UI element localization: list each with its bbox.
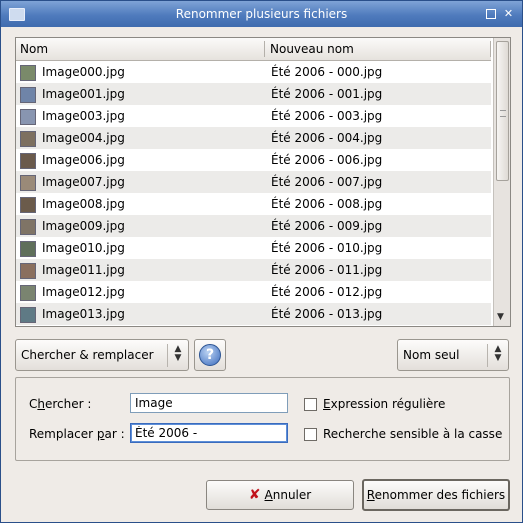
file-name: Image003.jpg	[42, 109, 125, 123]
case-sensitive-checkbox[interactable]	[304, 428, 317, 441]
file-name: Image010.jpg	[42, 241, 125, 255]
file-list[interactable]: Nom Nouveau nom Image000.jpg Été 2006 - 0…	[15, 37, 511, 327]
scope-combo-value: Nom seul	[403, 348, 460, 362]
new-file-name: Été 2006 - 011.jpg	[271, 263, 383, 277]
scrollbar-thumb[interactable]	[496, 41, 509, 181]
table-row[interactable]: Image012.jpg Été 2006 - 012.jpg	[16, 281, 491, 303]
table-row[interactable]: Image013.jpg Été 2006 - 013.jpg	[16, 303, 491, 325]
cancel-button[interactable]: ✘ Annuler	[206, 480, 354, 510]
search-replace-frame	[15, 377, 510, 461]
updown-arrows-icon: ▲ ▼	[167, 344, 188, 367]
file-name: Image000.jpg	[42, 65, 125, 79]
new-file-name: Été 2006 - 006.jpg	[271, 153, 383, 167]
image-thumbnail-icon	[20, 263, 36, 279]
updown-arrows-icon: ▲ ▼	[487, 344, 508, 367]
file-name: Image006.jpg	[42, 153, 125, 167]
mode-combo[interactable]: Chercher & remplacer ▲ ▼	[15, 339, 189, 371]
new-file-name: Été 2006 - 008.jpg	[271, 197, 383, 211]
new-file-name: Été 2006 - 013.jpg	[271, 307, 383, 321]
case-sensitive-label[interactable]: Recherche sensible à la casse	[323, 427, 502, 441]
title-bar[interactable]: Renommer plusieurs fichiers ✕	[1, 1, 522, 27]
list-header: Nom Nouveau nom	[16, 38, 491, 61]
file-name: Image011.jpg	[42, 263, 125, 277]
search-input[interactable]	[130, 393, 288, 413]
rename-files-button[interactable]: Renommer des fichiers	[362, 479, 510, 511]
new-file-name: Été 2006 - 003.jpg	[271, 109, 383, 123]
close-icon[interactable]: ✕	[503, 8, 514, 19]
new-file-name: Été 2006 - 012.jpg	[271, 285, 383, 299]
file-name: Image001.jpg	[42, 87, 125, 101]
scope-combo[interactable]: Nom seul ▲ ▼	[397, 339, 509, 371]
column-separator[interactable]	[264, 41, 265, 57]
scroll-down-icon[interactable]: ▼	[497, 312, 504, 322]
image-thumbnail-icon	[20, 65, 36, 81]
image-thumbnail-icon	[20, 109, 36, 125]
file-name: Image004.jpg	[42, 131, 125, 145]
file-name: Image013.jpg	[42, 307, 125, 321]
table-row[interactable]: Image000.jpg Été 2006 - 000.jpg	[16, 61, 491, 83]
file-name: Image008.jpg	[42, 197, 125, 211]
table-row[interactable]: Image009.jpg Été 2006 - 009.jpg	[16, 215, 491, 237]
replace-input[interactable]	[130, 423, 288, 443]
table-row[interactable]: Image001.jpg Été 2006 - 001.jpg	[16, 83, 491, 105]
new-file-name: Été 2006 - 010.jpg	[271, 241, 383, 255]
new-file-name: Été 2006 - 009.jpg	[271, 219, 383, 233]
table-row[interactable]: Image007.jpg Été 2006 - 007.jpg	[16, 171, 491, 193]
file-name: Image012.jpg	[42, 285, 125, 299]
vertical-scrollbar[interactable]: ▼	[493, 38, 510, 326]
mode-combo-value: Chercher & remplacer	[21, 348, 154, 362]
help-icon: ?	[199, 344, 221, 366]
regex-label[interactable]: Expression régulière	[323, 397, 445, 411]
file-name: Image007.jpg	[42, 175, 125, 189]
image-thumbnail-icon	[20, 285, 36, 301]
help-button[interactable]: ?	[194, 339, 226, 371]
grip-icon	[500, 110, 506, 117]
table-row[interactable]: Image003.jpg Été 2006 - 003.jpg	[16, 105, 491, 127]
maximize-icon[interactable]	[486, 9, 496, 19]
column-header-name[interactable]: Nom	[20, 42, 48, 56]
image-thumbnail-icon	[20, 219, 36, 235]
column-separator[interactable]	[490, 41, 491, 57]
image-thumbnail-icon	[20, 131, 36, 147]
image-thumbnail-icon	[20, 175, 36, 191]
table-row[interactable]: Image011.jpg Été 2006 - 011.jpg	[16, 259, 491, 281]
table-row[interactable]: Image006.jpg Été 2006 - 006.jpg	[16, 149, 491, 171]
image-thumbnail-icon	[20, 197, 36, 213]
image-thumbnail-icon	[20, 153, 36, 169]
new-file-name: Été 2006 - 001.jpg	[271, 87, 383, 101]
image-thumbnail-icon	[20, 87, 36, 103]
window-title: Renommer plusieurs fichiers	[175, 7, 348, 21]
rename-dialog: Renommer plusieurs fichiers ✕ Nom Nouvea…	[0, 0, 523, 523]
column-header-new-name[interactable]: Nouveau nom	[270, 42, 354, 56]
file-name: Image009.jpg	[42, 219, 125, 233]
new-file-name: Été 2006 - 000.jpg	[271, 65, 383, 79]
replace-label: Remplacer par :	[29, 427, 125, 441]
table-row[interactable]: Image010.jpg Été 2006 - 010.jpg	[16, 237, 491, 259]
regex-checkbox[interactable]	[304, 398, 317, 411]
list-rows: Image000.jpg Été 2006 - 000.jpg Image001.j…	[16, 61, 491, 325]
table-row[interactable]: Image008.jpg Été 2006 - 008.jpg	[16, 193, 491, 215]
image-thumbnail-icon	[20, 241, 36, 257]
new-file-name: Été 2006 - 007.jpg	[271, 175, 383, 189]
new-file-name: Été 2006 - 004.jpg	[271, 131, 383, 145]
search-label: Chercher :	[29, 397, 92, 411]
image-thumbnail-icon	[20, 307, 36, 323]
cancel-x-icon: ✘	[248, 487, 261, 503]
table-row[interactable]: Image004.jpg Été 2006 - 004.jpg	[16, 127, 491, 149]
